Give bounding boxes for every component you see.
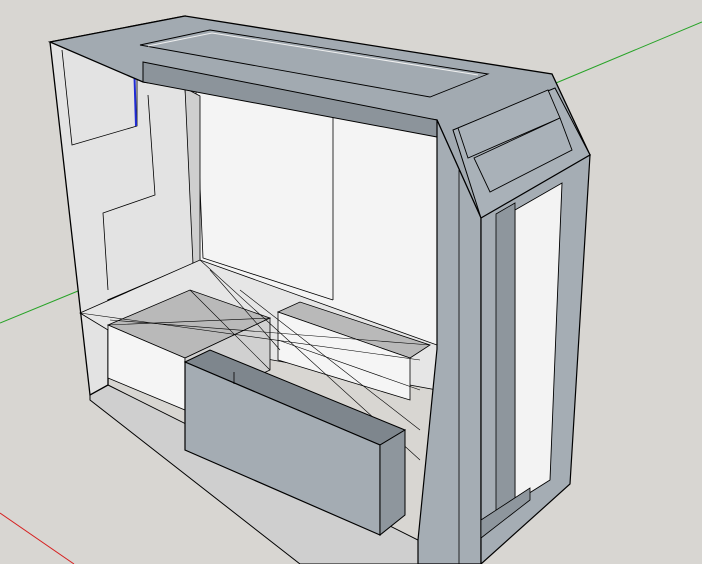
- model-viewport[interactable]: [0, 0, 702, 564]
- model-canvas[interactable]: [0, 0, 702, 564]
- front-panel-inner-strip: [495, 202, 516, 515]
